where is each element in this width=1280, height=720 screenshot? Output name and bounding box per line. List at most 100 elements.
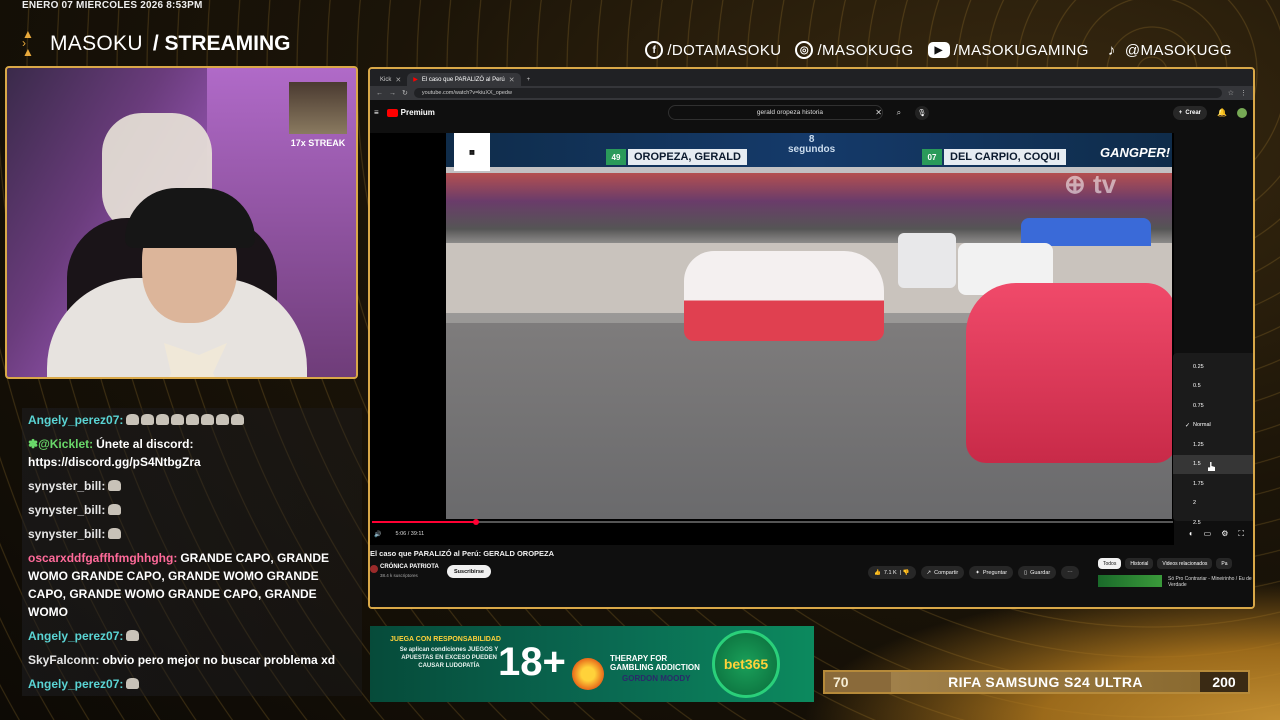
browser-tab-active[interactable]: ▶ El caso que PARALIZÓ al Perú ✕ [407, 73, 521, 86]
notifications-icon[interactable]: 🔔 [1215, 108, 1229, 117]
video-title: El caso que PARALIZÓ al Perú: GERALD ORO… [370, 549, 555, 558]
youtube-logo[interactable]: Premium [386, 108, 435, 117]
social-instagram: ◎ /MASOKUGG [795, 41, 913, 59]
chip-related[interactable]: Videos relacionados [1157, 558, 1213, 569]
chat-emote-icon [186, 414, 200, 425]
settings-icon[interactable]: ⚙ [1221, 529, 1228, 539]
more-actions-button[interactable]: ⋯ [1061, 566, 1079, 579]
chat-username[interactable]: Angely_perez07: [28, 413, 123, 427]
channel-name[interactable]: CRÓNICA PATRIOTA [380, 564, 439, 570]
like-button[interactable]: 👍 7.1 K | 👎 [868, 566, 916, 579]
url-field[interactable]: youtube.com/watch?v=kiuXX_opedw [413, 88, 1222, 98]
create-label: Crear [1185, 109, 1201, 116]
chat-username[interactable]: SkyFalconn: [28, 653, 99, 667]
browser-tabbar: Kick ✕ ▶ El caso que PARALIZÓ al Perú ✕ + [370, 69, 1253, 86]
tab-title: El caso que PARALIZÓ al Perú [421, 76, 505, 83]
share-icon: ↗ [926, 569, 932, 576]
chip-todos[interactable]: Todos [1098, 558, 1122, 569]
chat-username[interactable]: Angely_perez07: [28, 677, 123, 691]
brand-name: MASOKU [50, 31, 143, 55]
speed-option[interactable]: ✓ Normal [1173, 416, 1253, 436]
globe-icon: ⊕ [1064, 169, 1086, 199]
related-video-title[interactable]: Só Pro Contrariar - Mineirinho / Eu de V… [1168, 576, 1253, 588]
related-filter-chips: Todos Historial Videos relacionados Pa [1098, 558, 1233, 569]
subtitles-icon[interactable]: ▭ [1204, 529, 1212, 539]
speed-label: 1.75 [1193, 480, 1204, 487]
speed-option[interactable]: 0.5 [1173, 377, 1253, 397]
chat-emote-icon [126, 678, 140, 689]
webcam-feed: 17x STREAK [5, 66, 358, 379]
youtube-header: ≡ Premium gerald oropeza historia ✕ ⌕ 🎙 … [370, 100, 1253, 125]
save-button[interactable]: ▯ Guardar [1018, 566, 1057, 579]
close-tab-icon[interactable]: ✕ [509, 76, 515, 84]
overlay-timer: 8 segundos [788, 134, 836, 155]
chat-username[interactable]: synyster_bill: [28, 527, 105, 541]
streak-thumbnail [289, 82, 347, 134]
facebook-icon: f [645, 41, 664, 59]
left-driver-name: OROPEZA, GERALD [628, 149, 747, 165]
speed-label: 1.5 [1193, 461, 1201, 468]
speed-option[interactable]: 1.25 [1173, 435, 1253, 455]
search-icon[interactable]: ⌕ [891, 105, 907, 120]
video-progress-bar[interactable] [372, 519, 1173, 525]
youtube-icon: ▶ [927, 42, 950, 58]
clear-search-icon[interactable]: ✕ [875, 108, 882, 117]
reload-icon[interactable]: ↻ [402, 89, 408, 97]
bookmark-icon[interactable]: ☆ [1228, 89, 1234, 97]
chat-username[interactable]: Angely_perez07: [28, 629, 123, 643]
chat-username[interactable]: synyster_bill: [28, 479, 105, 493]
speed-option[interactable]: 0.25 [1173, 357, 1253, 377]
browser-tab-inactive[interactable]: Kick ✕ [374, 73, 407, 86]
video-player[interactable]: ⊕ tv ▦ 49 OROPEZA, GERALD 8 segundos 07 D… [370, 133, 1174, 545]
channel-avatar[interactable] [370, 565, 378, 573]
autoplay-toggle-icon[interactable]: ◐ [1189, 529, 1194, 539]
speed-label: 0.5 [1193, 383, 1201, 390]
back-icon[interactable]: ← [376, 90, 383, 97]
video-red-car [966, 283, 1172, 463]
chat-username[interactable]: synyster_bill: [28, 503, 105, 517]
chat-emote-icon [171, 414, 185, 425]
speed-option[interactable]: 1.5 [1173, 454, 1253, 474]
speed-option[interactable]: 1.75 [1173, 474, 1253, 494]
chat-username[interactable]: oscarxddfgaffhfmghhghg: [28, 551, 177, 565]
chat-username[interactable]: @Kicklet: [38, 437, 93, 451]
account-avatar[interactable] [1237, 107, 1247, 118]
plus-icon: + [1178, 109, 1183, 116]
create-button[interactable]: + Crear [1172, 105, 1207, 120]
player-controls-right: ◐ ▭ ⚙ ⛶ [1189, 529, 1244, 539]
chat-emote-icon [216, 414, 230, 425]
share-button[interactable]: ↗ Compartir [920, 566, 965, 579]
forward-icon[interactable]: → [389, 90, 396, 97]
speed-label: 0.75 [1193, 402, 1204, 409]
left-driver-number: 49 [606, 149, 626, 165]
youtube-premium-label: Premium [400, 108, 435, 117]
chip-more[interactable]: Pa [1216, 558, 1233, 569]
video-actions: 👍 7.1 K | 👎 ↗ Compartir ✦ Preguntar ▯ Guardar… [868, 566, 1079, 579]
player-controls: 🔊 5:06 / 39:11 ◐ ▭ ⚙ ⛶ [372, 525, 1252, 543]
speed-option[interactable]: 0.75 [1173, 396, 1253, 416]
fullscreen-icon[interactable]: ⛶ [1238, 529, 1244, 539]
subscribe-button[interactable]: Suscribirse [447, 565, 491, 578]
volume-icon[interactable]: 🔊 [374, 531, 381, 538]
microphone-icon[interactable]: 🎙 [914, 105, 929, 120]
search-input[interactable]: gerald oropeza historia ✕ [667, 105, 883, 120]
video-tent [1021, 218, 1151, 246]
chat-emote-icon [108, 480, 122, 491]
close-tab-icon[interactable]: ✕ [395, 76, 401, 84]
instagram-icon: ◎ [795, 41, 814, 59]
speed-option[interactable]: 2 [1173, 494, 1253, 514]
chat-message: ✽@Kicklet: Únete al discord: https://disc… [22, 432, 362, 474]
speed-label: 2 [1193, 500, 1197, 507]
sponsor-banner: JUEGA CON RESPONSABILIDAD Se aplican con… [370, 626, 814, 702]
menu-icon[interactable]: ≡ [374, 108, 379, 117]
video-metadata: El caso que PARALIZÓ al Perú: GERALD ORO… [370, 547, 1253, 607]
new-tab-button[interactable]: + [521, 73, 537, 86]
video-frame-content: ⊕ tv ▦ 49 OROPEZA, GERALD 8 segundos 07 D… [446, 133, 1172, 519]
thumbs-down-icon[interactable]: | 👎 [900, 570, 910, 576]
chat-message: SkyFalconn: obvio pero mejor no buscar pr… [22, 648, 362, 672]
extensions-icon[interactable]: ⋮ [1240, 89, 1247, 97]
chip-historial[interactable]: Historial [1125, 558, 1154, 569]
chat-message: Angely_perez07: [22, 672, 362, 696]
related-video-thumbnail[interactable] [1098, 575, 1162, 587]
ask-button[interactable]: ✦ Preguntar [969, 566, 1014, 579]
